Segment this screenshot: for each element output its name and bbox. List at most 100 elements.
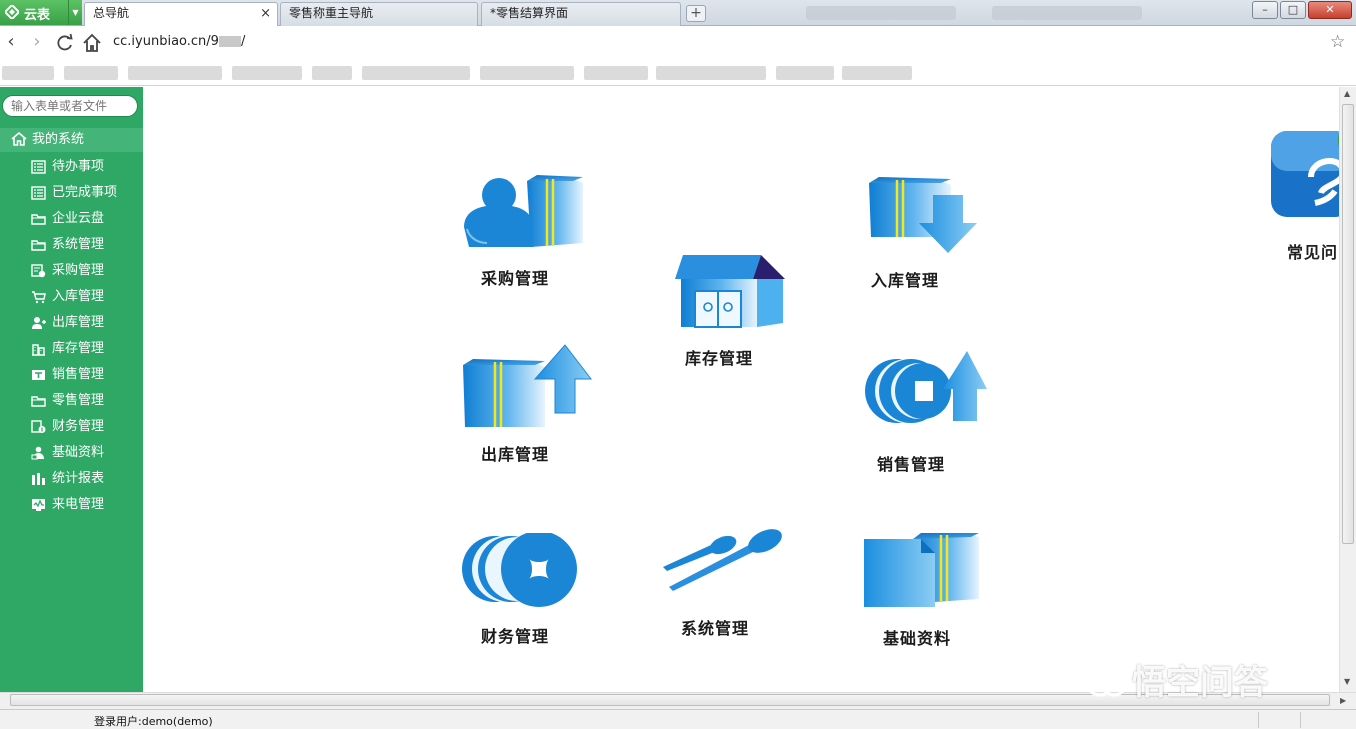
bookmark-item[interactable] — [362, 66, 470, 80]
address-bar: ‹ › cc.iyunbiao.cn/9 / ☆ — [0, 26, 1356, 60]
sidebar-item-calls[interactable]: 来电管理 — [0, 492, 143, 518]
tab-main-nav[interactable]: 总导航 × — [84, 2, 278, 27]
sales-module-icon — [865, 351, 987, 423]
browser-brand-button[interactable]: 云表 ▼ — [0, 0, 82, 25]
base-data-module-icon — [864, 533, 979, 607]
tab-label: 零售称重主导航 — [289, 6, 374, 20]
bookmark-item[interactable] — [312, 66, 352, 80]
module-stock-in[interactable]: 入库管理 — [867, 175, 979, 293]
sidebar-item-stock-in[interactable]: 入库管理 — [0, 284, 143, 310]
scroll-right-icon[interactable]: ▶ — [1340, 696, 1346, 705]
sidebar-item-label: 财务管理 — [52, 419, 105, 434]
purchase-icon — [31, 264, 46, 278]
scroll-down-icon[interactable]: ▼ — [1344, 677, 1350, 686]
system-module-icon — [663, 529, 782, 591]
module-stock-out[interactable]: 出库管理 — [461, 343, 593, 465]
tab-retail-checkout[interactable]: *零售结算界面 — [481, 2, 681, 26]
forward-icon[interactable]: › — [26, 32, 48, 54]
login-user-text: 登录用户:demo(demo) — [94, 715, 213, 728]
sidebar-item-retail[interactable]: 零售管理 — [0, 388, 143, 414]
cart-icon — [32, 291, 46, 304]
module-label: 采购管理 — [481, 269, 550, 288]
module-label: 入库管理 — [871, 271, 940, 290]
main-panel: 采购管理 入库管理 库存管理 出库管理 销售管理 财务管理 系统管理 基础资料 … — [143, 87, 1339, 692]
sidebar-item-system-mgmt[interactable]: 系统管理 — [0, 232, 143, 258]
sidebar: 我的系统 待办事项 已完成事项 企业云盘 系统管理 采购管理 入库管理 出库 — [0, 87, 143, 692]
module-purchase[interactable]: 采购管理 — [461, 171, 585, 291]
sidebar-item-sales[interactable]: 销售管理 — [0, 362, 143, 388]
stock-in-module-icon — [869, 177, 977, 253]
sidebar-item-label: 库存管理 — [52, 341, 105, 356]
sidebar-item-stock-out[interactable]: 出库管理 — [0, 310, 143, 336]
bookmark-item[interactable] — [232, 66, 302, 80]
sidebar-system-label: 我的系统 — [32, 132, 85, 147]
sidebar-item-base-data[interactable]: 基础资料 — [0, 440, 143, 466]
home-icon[interactable] — [81, 32, 103, 54]
module-inventory[interactable]: 库存管理 — [673, 253, 789, 371]
sidebar-item-label: 零售管理 — [52, 393, 105, 408]
module-label: 财务管理 — [481, 627, 550, 646]
building-icon — [32, 344, 45, 356]
url-redacted — [218, 36, 241, 47]
module-label: 出库管理 — [481, 445, 550, 464]
minimize-button[interactable]: – — [1252, 1, 1278, 19]
scroll-up-icon[interactable]: ▲ — [1344, 89, 1350, 98]
sidebar-item-label: 待办事项 — [52, 159, 105, 174]
chevron-down-icon[interactable]: ▼ — [68, 0, 82, 25]
vertical-scroll-thumb[interactable] — [1342, 104, 1354, 544]
bookmark-item[interactable] — [842, 66, 912, 80]
list-icon — [31, 186, 46, 200]
url-field[interactable]: cc.iyunbiao.cn/9 / — [113, 34, 245, 49]
bookmark-item[interactable] — [480, 66, 574, 80]
sidebar-item-label: 出库管理 — [52, 315, 105, 330]
url-text: cc.iyunbiao.cn/9 — [113, 34, 219, 49]
maximize-button[interactable]: □ — [1280, 1, 1306, 19]
watermark-logo-icon — [1086, 673, 1126, 696]
bookmark-item[interactable] — [584, 66, 648, 80]
sidebar-item-inventory[interactable]: 库存管理 — [0, 336, 143, 362]
folder-icon — [31, 240, 46, 251]
tab-label: 总导航 — [93, 6, 130, 20]
faq-module-icon — [1271, 131, 1339, 217]
new-tab-button[interactable]: + — [686, 5, 706, 22]
finance-module-icon — [462, 533, 577, 607]
folder-icon — [31, 396, 46, 407]
chart-icon — [32, 473, 45, 485]
module-system[interactable]: 系统管理 — [661, 527, 787, 645]
back-icon[interactable]: ‹ — [0, 32, 22, 54]
module-finance[interactable]: 财务管理 — [461, 533, 581, 651]
sidebar-item-purchase[interactable]: 采购管理 — [0, 258, 143, 284]
browser-tab-bar: 云表 ▼ 总导航 × 零售称重主导航 *零售结算界面 + – □ ✕ — [0, 0, 1356, 27]
search-input[interactable] — [2, 95, 138, 117]
sidebar-item-label: 来电管理 — [52, 497, 105, 512]
inventory-module-icon — [675, 255, 785, 328]
module-base-data[interactable]: 基础资料 — [863, 531, 989, 649]
sidebar-item-label: 企业云盘 — [52, 211, 105, 226]
stock-out-module-icon — [463, 344, 593, 427]
watermark-text: 悟空问答 — [1132, 663, 1268, 703]
status-divider — [1258, 712, 1259, 728]
sidebar-item-todo[interactable]: 待办事项 — [0, 154, 143, 180]
module-label: 销售管理 — [877, 455, 946, 474]
sidebar-item-label: 系统管理 — [52, 237, 105, 252]
sidebar-item-reports[interactable]: 统计报表 — [0, 466, 143, 492]
bookmark-item[interactable] — [656, 66, 766, 80]
bookmark-star-icon[interactable]: ☆ — [1330, 32, 1345, 52]
sidebar-item-label: 已完成事项 — [52, 185, 118, 200]
bookmarks-bar — [0, 60, 1356, 86]
tab-retail-weighing[interactable]: 零售称重主导航 — [280, 2, 478, 26]
bookmark-item[interactable] — [2, 66, 54, 80]
sidebar-item-cloud-disk[interactable]: 企业云盘 — [0, 206, 143, 232]
window-close-button[interactable]: ✕ — [1308, 1, 1352, 19]
sidebar-item-finance[interactable]: 财务管理 — [0, 414, 143, 440]
home-icon — [11, 132, 27, 146]
bookmark-item[interactable] — [128, 66, 222, 80]
sidebar-item-done[interactable]: 已完成事项 — [0, 180, 143, 206]
bookmark-item[interactable] — [64, 66, 118, 80]
module-sales[interactable]: 销售管理 — [863, 349, 989, 474]
close-icon[interactable]: × — [260, 3, 271, 24]
bookmark-item[interactable] — [776, 66, 834, 80]
sidebar-item-my-system[interactable]: 我的系统 — [0, 128, 143, 152]
refresh-icon[interactable] — [54, 32, 76, 54]
browser-brand-name: 云表 — [24, 8, 51, 23]
